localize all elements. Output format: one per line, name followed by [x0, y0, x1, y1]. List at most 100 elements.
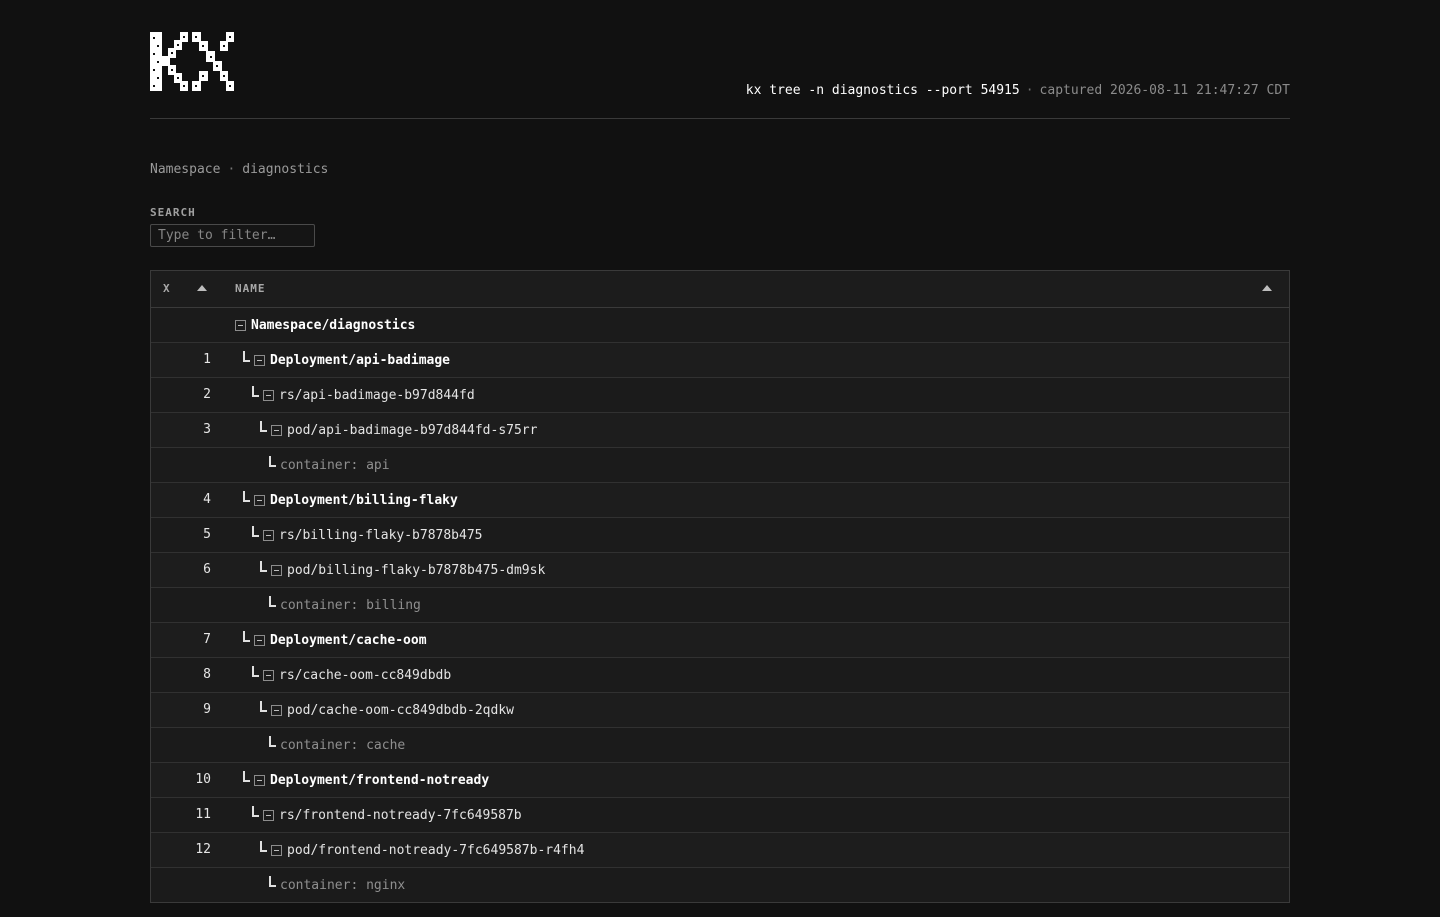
table-row[interactable]: 1 Deployment/api-badimage: [151, 343, 1289, 378]
resource-name: Deployment/api-badimage: [270, 352, 451, 368]
tree-branch-icon: [252, 525, 259, 537]
name-cell: container: api: [269, 448, 390, 482]
table-row[interactable]: 8 rs/cache-oom-cc849dbdb: [151, 658, 1289, 693]
tree-branch-icon: [252, 805, 259, 817]
table-row[interactable]: Namespace/diagnostics: [151, 308, 1289, 343]
breadcrumb: Namespace · diagnostics: [150, 162, 328, 177]
collapse-toggle-icon[interactable]: [263, 669, 274, 681]
name-cell: pod/billing-flaky-b7878b475-dm9sk: [260, 553, 545, 587]
tree-branch-icon: [252, 385, 259, 397]
collapse-toggle-icon[interactable]: [263, 389, 274, 401]
resource-name: pod/cache-oom-cc849dbdb-2qdkw: [287, 702, 514, 718]
resource-name: pod/api-badimage-b97d844fd-s75rr: [287, 422, 538, 438]
table-row[interactable]: 12 pod/frontend-notready-7fc649587b-r4fh4: [151, 833, 1289, 868]
name-cell: pod/api-badimage-b97d844fd-s75rr: [260, 413, 537, 447]
collapse-toggle-icon[interactable]: [271, 844, 282, 856]
resource-name: Deployment/cache-oom: [270, 632, 427, 648]
tree-branch-icon: [243, 490, 250, 502]
resource-name: pod/frontend-notready-7fc649587b-r4fh4: [287, 842, 585, 858]
tree-branch-icon: [269, 455, 276, 467]
tree-branch-icon: [243, 630, 250, 642]
collapse-toggle-icon[interactable]: [263, 529, 274, 541]
table-row[interactable]: 9 pod/cache-oom-cc849dbdb-2qdkw: [151, 693, 1289, 728]
table-row[interactable]: 4 Deployment/billing-flaky: [151, 483, 1289, 518]
tree-branch-icon: [243, 770, 250, 782]
tree-branch-icon: [260, 840, 267, 852]
kx-logo: [150, 32, 234, 91]
command-line: kx tree -n diagnostics --port 54915 · capt…: [746, 83, 1290, 99]
name-cell: container: cache: [269, 728, 405, 762]
table-row[interactable]: 11 rs/frontend-notready-7fc649587b: [151, 798, 1289, 833]
collapse-toggle-icon[interactable]: [271, 424, 282, 436]
tree-branch-icon: [260, 420, 267, 432]
resource-name: pod/billing-flaky-b7878b475-dm9sk: [287, 562, 546, 578]
name-cell: pod/cache-oom-cc849dbdb-2qdkw: [260, 693, 514, 727]
name-cell: Namespace/diagnostics: [235, 308, 415, 342]
resource-name: container: nginx: [280, 877, 406, 893]
resource-name: Namespace/diagnostics: [251, 317, 416, 333]
table-row[interactable]: container: billing: [151, 588, 1289, 623]
row-index: 9: [203, 702, 211, 717]
row-index: 8: [203, 667, 211, 682]
table-row[interactable]: 10 Deployment/frontend-notready: [151, 763, 1289, 798]
table-row[interactable]: 7 Deployment/cache-oom: [151, 623, 1289, 658]
search-label: SEARCH: [150, 206, 196, 219]
breadcrumb-label: Namespace: [150, 162, 221, 177]
name-cell: rs/api-badimage-b97d844fd: [252, 378, 475, 412]
row-index: 1: [203, 352, 211, 367]
collapse-toggle-icon[interactable]: [271, 704, 282, 716]
resource-name: container: cache: [280, 737, 406, 753]
name-cell: Deployment/api-badimage: [243, 343, 450, 377]
header-separator: ·: [1025, 83, 1034, 98]
resource-name: Deployment/billing-flaky: [270, 492, 458, 508]
table-header: X NAME: [151, 271, 1289, 308]
command-text: kx tree -n diagnostics --port 54915: [745, 83, 1020, 98]
name-cell: rs/frontend-notready-7fc649587b: [252, 798, 522, 832]
tree-branch-icon: [269, 875, 276, 887]
collapse-toggle-icon[interactable]: [263, 809, 274, 821]
tree-branch-icon: [252, 665, 259, 677]
table-row[interactable]: 2 rs/api-badimage-b97d844fd: [151, 378, 1289, 413]
page-header: kx tree -n diagnostics --port 54915 · capt…: [150, 0, 1290, 119]
resource-name: container: api: [280, 457, 390, 473]
table-row[interactable]: container: nginx: [151, 868, 1289, 902]
collapse-toggle-icon[interactable]: [235, 319, 246, 331]
collapse-toggle-icon[interactable]: [254, 354, 265, 366]
resource-name: rs/cache-oom-cc849dbdb: [279, 667, 452, 683]
name-cell: Deployment/billing-flaky: [243, 483, 458, 517]
search-input[interactable]: [150, 224, 315, 247]
sort-ascending-icon[interactable]: [197, 285, 207, 291]
resource-name: container: billing: [280, 597, 421, 613]
name-cell: Deployment/frontend-notready: [243, 763, 489, 797]
row-index: 11: [195, 807, 211, 822]
resource-name: Deployment/frontend-notready: [270, 772, 490, 788]
tree-branch-icon: [260, 560, 267, 572]
name-cell: rs/billing-flaky-b7878b475: [252, 518, 483, 552]
table-row[interactable]: 3 pod/api-badimage-b97d844fd-s75rr: [151, 413, 1289, 448]
name-cell: container: nginx: [269, 868, 405, 902]
table-row[interactable]: container: cache: [151, 728, 1289, 763]
collapse-toggle-icon[interactable]: [271, 564, 282, 576]
row-index: 2: [203, 387, 211, 402]
row-index: 5: [203, 527, 211, 542]
tree-branch-icon: [260, 700, 267, 712]
column-header-name[interactable]: NAME: [235, 282, 266, 295]
table-row[interactable]: 6 pod/billing-flaky-b7878b475-dm9sk: [151, 553, 1289, 588]
resource-name: rs/frontend-notready-7fc649587b: [279, 807, 522, 823]
resource-name: rs/api-badimage-b97d844fd: [279, 387, 475, 403]
resource-tree-table: X NAME Namespace/diagnostics 1 Deployment/…: [150, 270, 1290, 903]
name-cell: Deployment/cache-oom: [243, 623, 427, 657]
tree-branch-icon: [269, 735, 276, 747]
row-index: 10: [195, 772, 211, 787]
collapse-toggle-icon[interactable]: [254, 634, 265, 646]
row-index: 7: [203, 632, 211, 647]
row-index: 3: [203, 422, 211, 437]
row-index: 6: [203, 562, 211, 577]
table-row[interactable]: container: api: [151, 448, 1289, 483]
sort-ascending-icon[interactable]: [1262, 285, 1272, 291]
table-row[interactable]: 5 rs/billing-flaky-b7878b475: [151, 518, 1289, 553]
name-cell: rs/cache-oom-cc849dbdb: [252, 658, 451, 692]
collapse-toggle-icon[interactable]: [254, 774, 265, 786]
column-header-x[interactable]: X: [163, 282, 170, 295]
collapse-toggle-icon[interactable]: [254, 494, 265, 506]
